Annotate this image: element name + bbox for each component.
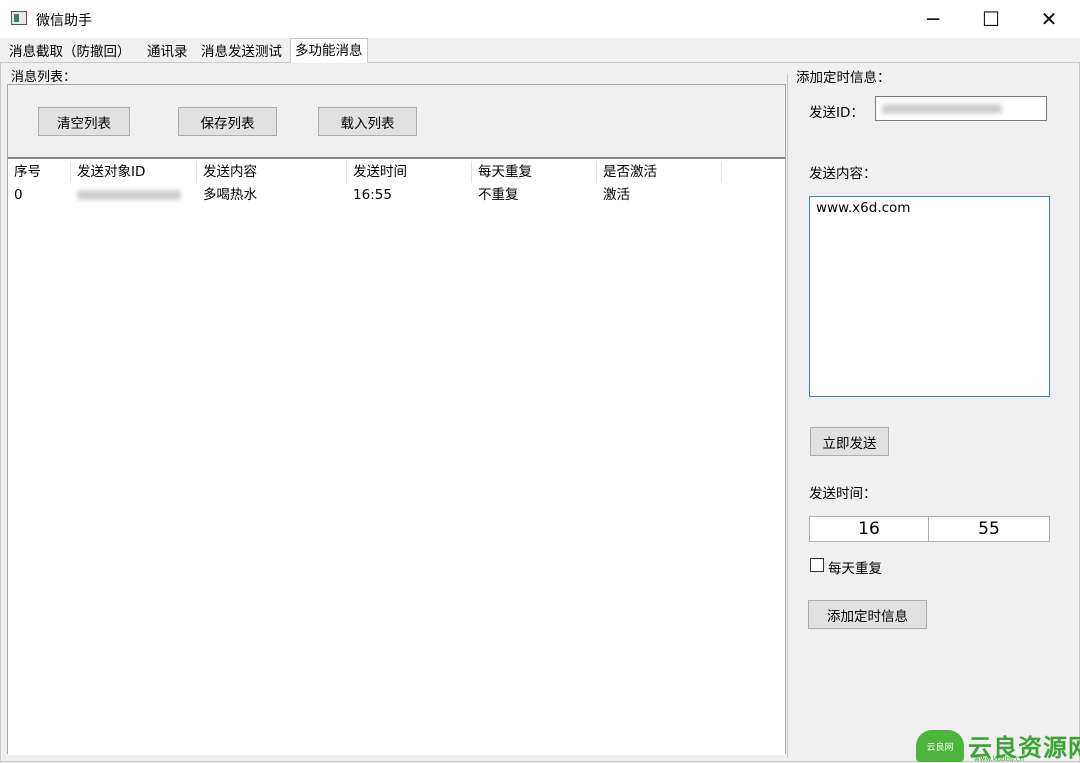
- tab-bar: 消息截取（防撤回） 通讯录 消息发送测试 多功能消息: [0, 38, 1080, 63]
- cell-time: 16:55: [353, 187, 392, 203]
- cloud-logo-icon: 云良网: [916, 730, 964, 762]
- add-scheduled-button[interactable]: 添加定时信息: [808, 600, 927, 629]
- close-button[interactable]: ✕: [1020, 0, 1078, 38]
- column-header-target-id[interactable]: 发送对象ID: [71, 161, 197, 183]
- column-header-index[interactable]: 序号: [8, 161, 71, 183]
- repeat-daily-checkbox[interactable]: [810, 558, 824, 572]
- send-content-textarea[interactable]: www.x6d.com: [809, 196, 1050, 397]
- send-now-button[interactable]: 立即发送: [810, 427, 889, 456]
- cell-active: 激活: [603, 187, 630, 203]
- blurred-id: [77, 190, 181, 200]
- cell-content: 多喝热水: [203, 187, 257, 203]
- clear-list-button[interactable]: 清空列表: [38, 107, 130, 136]
- save-list-button[interactable]: 保存列表: [178, 107, 277, 136]
- blurred-id: [882, 104, 1002, 114]
- column-header-time[interactable]: 发送时间: [347, 161, 472, 183]
- minute-input[interactable]: 55: [928, 516, 1050, 542]
- send-id-label: 发送ID：: [809, 105, 864, 121]
- column-header-content[interactable]: 发送内容: [197, 161, 347, 183]
- tab-message-intercept[interactable]: 消息截取（防撤回）: [4, 41, 136, 63]
- window-title: 微信助手: [36, 13, 92, 29]
- message-list-title: 消息列表：: [8, 66, 80, 85]
- add-scheduled-title: 添加定时信息：: [796, 70, 891, 86]
- send-time-label: 发送时间：: [809, 486, 877, 502]
- tab-multi-function[interactable]: 多功能消息: [290, 38, 368, 63]
- app-icon: [11, 11, 27, 25]
- repeat-daily-label[interactable]: 每天重复: [828, 557, 882, 577]
- column-header-active[interactable]: 是否激活: [597, 161, 722, 183]
- watermark: 云良网 云良资源网 www.kubbs.cn: [916, 730, 1080, 763]
- send-id-input[interactable]: [875, 96, 1047, 121]
- send-content-label: 发送内容：: [809, 166, 877, 182]
- message-table[interactable]: 序号 发送对象ID 发送内容 发送时间 每天重复 是否激活 0 多喝热水 16:…: [8, 157, 785, 755]
- cell-repeat: 不重复: [478, 187, 519, 203]
- load-list-button[interactable]: 载入列表: [318, 107, 417, 136]
- maximize-button[interactable]: ☐: [962, 0, 1020, 38]
- column-header-repeat[interactable]: 每天重复: [472, 161, 597, 183]
- hour-input[interactable]: 16: [809, 516, 929, 542]
- title-bar: 微信助手 ─ ☐ ✕: [0, 0, 1080, 38]
- cell-target-id: [71, 185, 197, 205]
- cell-index: 0: [14, 187, 23, 203]
- tab-send-test[interactable]: 消息发送测试: [196, 41, 287, 63]
- minimize-button[interactable]: ─: [904, 0, 962, 38]
- tab-contacts[interactable]: 通讯录: [142, 41, 193, 63]
